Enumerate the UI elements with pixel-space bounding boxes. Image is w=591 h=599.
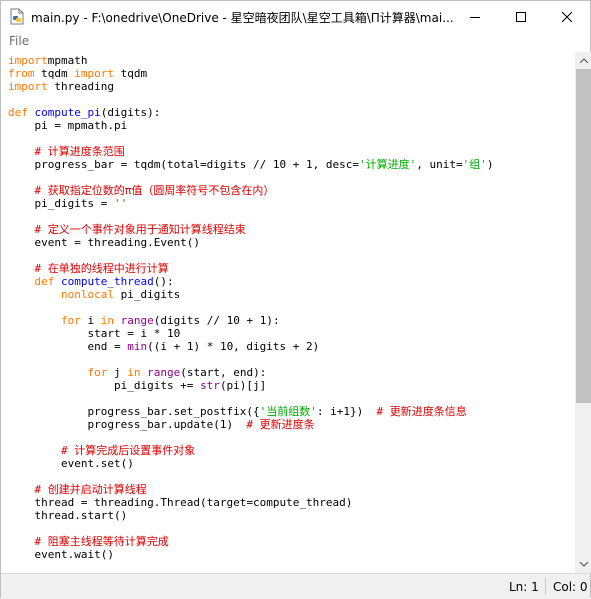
window-title: main.py - F:\onedrive\OneDrive - 星空暗夜团队\… [31, 11, 454, 25]
code-line[interactable] [8, 301, 493, 314]
close-button[interactable] [544, 1, 590, 32]
code-line[interactable]: pi = mpmath.pi [8, 119, 493, 132]
scroll-down-arrow-icon[interactable] [575, 556, 591, 573]
code-line[interactable]: # 计算进度条范围 [8, 145, 493, 158]
scroll-up-arrow-icon[interactable] [575, 52, 591, 69]
code-line[interactable]: def compute_thread(): [8, 275, 493, 288]
code-editor[interactable]: importmpmath from tqdm import tqdm import … [1, 52, 575, 573]
code-line[interactable]: # 计算完成后设置事件对象 [8, 444, 493, 457]
code-line[interactable] [8, 353, 493, 366]
code-line[interactable]: progress_bar.set_postfix({'当前组数': i+1}) … [8, 405, 493, 418]
code-line[interactable]: event = threading.Event() [8, 236, 493, 249]
status-bar: Ln: 1 Col: 0 [1, 573, 590, 599]
code-line[interactable] [8, 93, 493, 106]
title-bar[interactable]: main.py - F:\onedrive\OneDrive - 星空暗夜团队\… [1, 1, 590, 32]
code-line[interactable]: import threading [8, 80, 493, 93]
scrollbar-thumb[interactable] [576, 69, 591, 403]
code-line[interactable] [8, 392, 493, 405]
code-line[interactable] [8, 132, 493, 145]
maximize-icon [516, 7, 526, 26]
status-divider [545, 578, 546, 595]
maximize-button[interactable] [498, 1, 544, 32]
vertical-scrollbar[interactable] [575, 52, 591, 573]
code-line[interactable]: pi_digits += str(pi)[j] [8, 379, 493, 392]
code-line[interactable]: start = i * 10 [8, 327, 493, 340]
code-line[interactable]: thread = threading.Thread(target=compute… [8, 496, 493, 509]
code-line[interactable]: importmpmath [8, 54, 493, 67]
status-line: Ln: 1 [509, 580, 539, 594]
code-line[interactable]: # 定义一个事件对象用于通知计算线程结束 [8, 223, 493, 236]
code-line[interactable]: def compute_pi(digits): [8, 106, 493, 119]
menu-bar: File [1, 32, 590, 52]
code-line[interactable]: event.wait() [8, 548, 493, 561]
code-line[interactable] [8, 171, 493, 184]
status-column: Col: 0 [553, 580, 588, 594]
code-line[interactable]: for j in range(start, end): [8, 366, 493, 379]
code-line[interactable] [8, 210, 493, 223]
menu-file[interactable]: File [9, 34, 29, 48]
code-line[interactable]: # 创建并启动计算线程 [8, 483, 493, 496]
close-icon [561, 7, 573, 26]
code-line[interactable]: progress_bar = tqdm(total=digits // 10 +… [8, 158, 493, 171]
code-line[interactable]: from tqdm import tqdm [8, 67, 493, 80]
code-line[interactable]: progress_bar.update(1) # 更新进度条 [8, 418, 493, 431]
code-line[interactable]: event.set() [8, 457, 493, 470]
code-line[interactable]: # 在单独的线程中进行计算 [8, 262, 493, 275]
code-line[interactable]: for i in range(digits // 10 + 1): [8, 314, 493, 327]
code-line[interactable] [8, 470, 493, 483]
code-line[interactable]: thread.start() [8, 509, 493, 522]
minimize-button[interactable] [452, 1, 498, 32]
code-line[interactable]: # 阻塞主线程等待计算完成 [8, 535, 493, 548]
code-line[interactable] [8, 522, 493, 535]
code-line[interactable] [8, 431, 493, 444]
editor-window: main.py - F:\onedrive\OneDrive - 星空暗夜团队\… [0, 0, 591, 599]
code-line[interactable] [8, 249, 493, 262]
minimize-icon [470, 7, 480, 26]
code-line[interactable]: # 获取指定位数的π值（圆周率符号不包含在内） [8, 184, 493, 197]
code-text[interactable]: importmpmath from tqdm import tqdm import … [8, 54, 493, 561]
python-file-icon [10, 8, 24, 25]
code-line[interactable]: end = min((i + 1) * 10, digits + 2) [8, 340, 493, 353]
code-line[interactable]: pi_digits = '' [8, 197, 493, 210]
code-line[interactable]: nonlocal pi_digits [8, 288, 493, 301]
